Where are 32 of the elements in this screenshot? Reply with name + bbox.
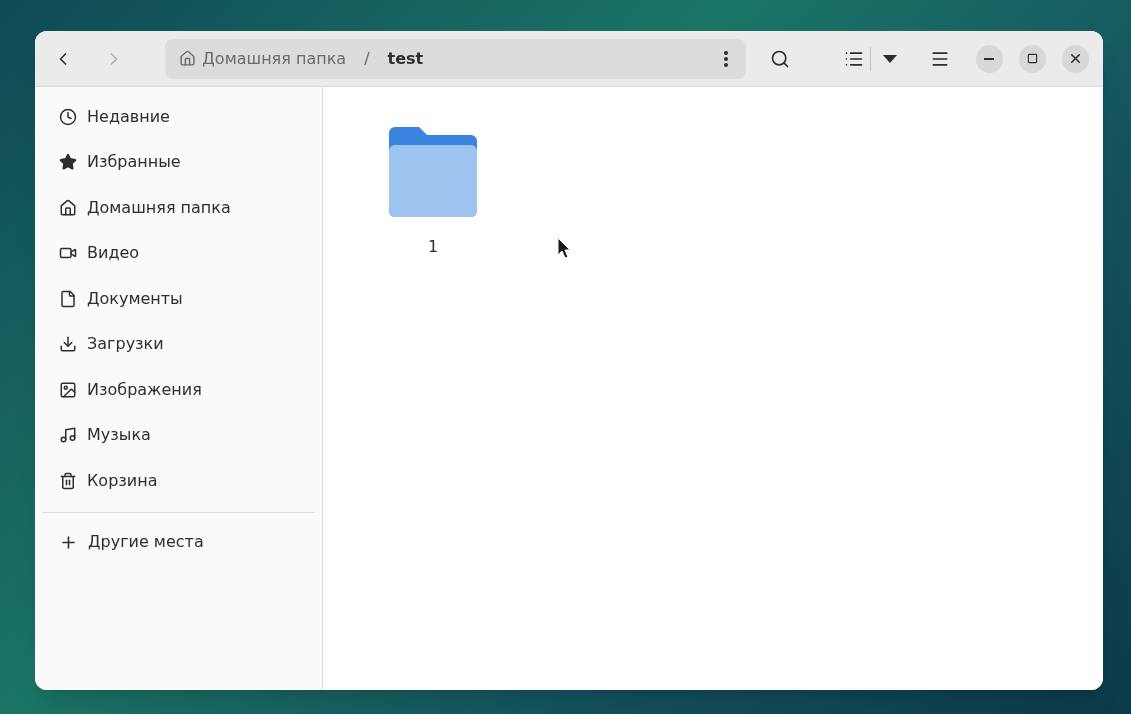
more-options-icon [724,50,729,67]
close-button[interactable] [1061,44,1090,73]
path-segment[interactable]: Домашняя папка [179,46,347,71]
mouse-pointer-icon [557,237,571,259]
file-name[interactable]: 1 [427,235,439,259]
sidebar-item[interactable]: Корзина [42,458,315,504]
sidebar-item[interactable]: Избранные [42,139,315,185]
star-icon [59,153,77,172]
home-icon [59,198,77,217]
sidebar-item[interactable]: Другие места [42,519,315,565]
search-icon [769,48,790,69]
sidebar-item[interactable]: Загрузки [42,321,315,367]
minimize-button[interactable] [975,44,1003,73]
sidebar-item[interactable]: Документы [42,276,315,322]
sidebar-item[interactable]: Видео [42,230,315,276]
document-icon [59,289,77,308]
sidebar-item[interactable]: Домашняя папка [42,185,315,231]
music-icon [59,426,77,445]
path-separator: / [364,47,370,70]
home-icon [179,50,197,67]
clock-icon [59,107,77,126]
sidebar-item[interactable]: Музыка [42,412,315,458]
path-segment[interactable]: test [387,46,424,71]
caret-icon [882,54,897,63]
image-icon [59,380,77,399]
sidebar-item[interactable]: Изображения [42,367,315,413]
maximize-button[interactable] [1018,44,1046,73]
maximize-icon [1026,53,1038,64]
minimize-icon [984,57,995,60]
sidebar-item[interactable]: Недавние [42,94,315,140]
trash-icon [59,471,77,490]
download-icon [59,335,77,354]
